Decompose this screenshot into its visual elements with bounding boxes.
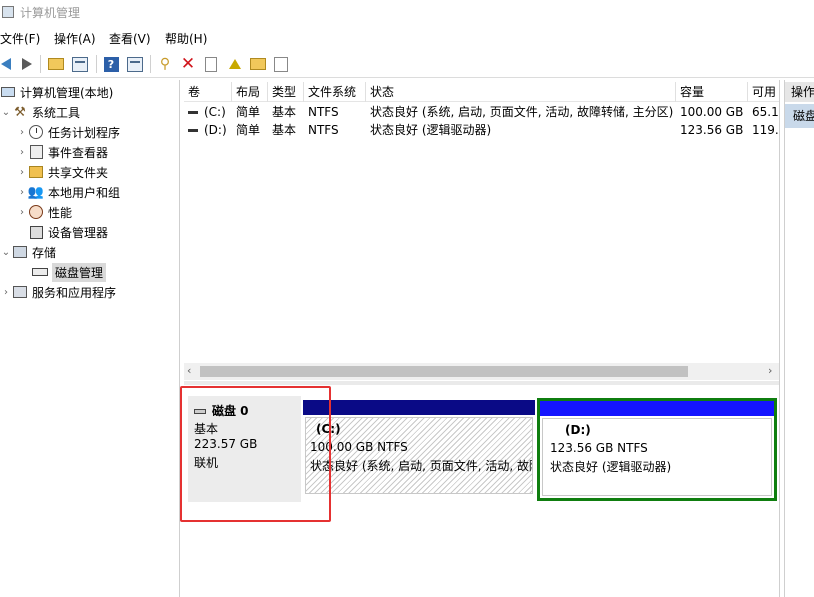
shared-folder-icon — [28, 164, 44, 180]
computer-management-icon — [2, 6, 14, 18]
back-icon[interactable] — [0, 54, 16, 74]
tree-system-tools[interactable]: ⌄ ⚒ 系统工具 — [0, 102, 80, 122]
chevron-down-icon[interactable]: ⌄ — [0, 247, 12, 258]
pane-splitter[interactable] — [184, 381, 779, 385]
volume-icon — [188, 111, 198, 114]
list-header: 卷 布局 类型 文件系统 状态 容量 可用 — [184, 82, 779, 102]
scroll-left-icon[interactable]: ‹ — [187, 364, 191, 377]
chevron-right-icon[interactable]: › — [0, 287, 12, 298]
actions-item-disk[interactable]: 磁盘 — [785, 104, 814, 128]
menu-help[interactable]: 帮助(H) — [165, 30, 207, 47]
search-folder-icon[interactable] — [248, 54, 268, 74]
disk-icon — [32, 264, 48, 280]
computer-icon — [0, 84, 16, 100]
services-icon — [12, 284, 28, 300]
users-icon: 👥 — [27, 184, 45, 200]
column-volume[interactable]: 卷 — [184, 82, 232, 102]
column-capacity[interactable]: 容量 — [676, 82, 748, 102]
event-log-icon — [28, 144, 44, 160]
tree-storage[interactable]: ⌄ 存储 — [0, 242, 56, 262]
menu-bar: 文件(F) 操作(A) 查看(V) 帮助(H) — [0, 27, 814, 49]
logical-partition-bar — [540, 401, 774, 416]
table-row[interactable]: (D:) 简单 基本 NTFS 状态良好 (逻辑驱动器) 123.56 GB 1… — [184, 121, 779, 139]
properties-sheet-icon[interactable] — [271, 54, 291, 74]
partition-c-status: 状态良好 (系统, 启动, 页面文件, 活动, 故障 — [310, 459, 532, 473]
tools-icon: ⚒ — [14, 104, 26, 120]
tree-event-viewer[interactable]: › 事件查看器 — [16, 142, 108, 162]
chevron-right-icon[interactable]: › — [16, 127, 28, 138]
window-title: 计算机管理 — [20, 6, 81, 20]
tree-task-scheduler[interactable]: › 任务计划程序 — [16, 122, 120, 142]
table-row[interactable]: (C:) 简单 基本 NTFS 状态良好 (系统, 启动, 页面文件, 活动, … — [184, 103, 779, 121]
partition-c[interactable]: (C:) 100.00 GB NTFS 状态良好 (系统, 启动, 页面文件, … — [303, 400, 535, 496]
forward-icon[interactable] — [17, 54, 37, 74]
tree-services-apps[interactable]: › 服务和应用程序 — [0, 282, 116, 302]
toolbar-divider — [96, 55, 97, 73]
tree-shared-folders[interactable]: › 共享文件夹 — [16, 162, 108, 182]
toolbar: ? ⚲ ✕ — [0, 50, 814, 78]
highlight-box — [180, 386, 331, 522]
check-icon[interactable] — [201, 54, 221, 74]
help-icon[interactable]: ? — [101, 54, 121, 74]
volume-icon — [188, 129, 198, 132]
up-folder-icon[interactable] — [46, 54, 66, 74]
primary-partition-bar — [303, 400, 535, 415]
menu-action[interactable]: 操作(A) — [54, 30, 96, 47]
chevron-down-icon[interactable]: ⌄ — [0, 107, 12, 118]
column-free[interactable]: 可用 — [748, 82, 779, 102]
scroll-right-icon[interactable]: › — [768, 364, 772, 377]
connect-icon[interactable]: ⚲ — [155, 54, 175, 74]
toolbar-divider — [40, 55, 41, 73]
volume-list: 卷 布局 类型 文件系统 状态 容量 可用 (C:) 简单 基本 NTFS 状态… — [184, 80, 779, 380]
chevron-right-icon[interactable]: › — [16, 167, 28, 178]
partition-d-name: (D:) — [565, 423, 591, 437]
column-type[interactable]: 类型 — [268, 82, 304, 102]
chevron-right-icon[interactable]: › — [16, 207, 28, 218]
partition-d[interactable]: (D:) 123.56 GB NTFS 状态良好 (逻辑驱动器) — [537, 398, 777, 501]
tree-disk-management[interactable]: 磁盘管理 — [32, 262, 107, 282]
actions-pane: 操作 磁盘 — [784, 80, 814, 597]
storage-icon — [12, 244, 28, 260]
properties-icon[interactable] — [125, 54, 145, 74]
partition-d-status: 状态良好 (逻辑驱动器) — [550, 460, 672, 474]
horizontal-scrollbar[interactable]: ‹ › — [184, 363, 779, 380]
delete-icon[interactable]: ✕ — [178, 54, 198, 74]
show-hide-tree-icon[interactable] — [70, 54, 90, 74]
tree-local-users[interactable]: › 👥 本地用户和组 — [16, 182, 120, 202]
title-bar: 计算机管理 — [0, 0, 814, 26]
chevron-right-icon[interactable]: › — [16, 147, 28, 158]
partition-d-size: 123.56 GB NTFS — [550, 441, 648, 455]
clock-icon — [28, 124, 44, 140]
column-filesystem[interactable]: 文件系统 — [304, 82, 366, 102]
menu-view[interactable]: 查看(V) — [109, 30, 151, 47]
column-layout[interactable]: 布局 — [232, 82, 268, 102]
import-icon[interactable] — [225, 54, 245, 74]
menu-file[interactable]: 文件(F) — [0, 30, 40, 47]
scroll-thumb[interactable] — [200, 366, 688, 377]
navigation-tree: 计算机管理(本地) ⌄ ⚒ 系统工具 › 任务计划程序 › 事件查看器 › 共享… — [0, 80, 180, 597]
performance-icon — [28, 204, 44, 220]
tree-device-manager[interactable]: 设备管理器 — [28, 222, 108, 242]
device-manager-icon — [28, 224, 44, 240]
chevron-right-icon[interactable]: › — [16, 187, 28, 198]
tree-root[interactable]: 计算机管理(本地) — [0, 82, 113, 102]
tree-performance[interactable]: › 性能 — [16, 202, 72, 222]
actions-header: 操作 — [785, 82, 814, 102]
toolbar-divider — [150, 55, 151, 73]
column-status[interactable]: 状态 — [366, 82, 676, 102]
